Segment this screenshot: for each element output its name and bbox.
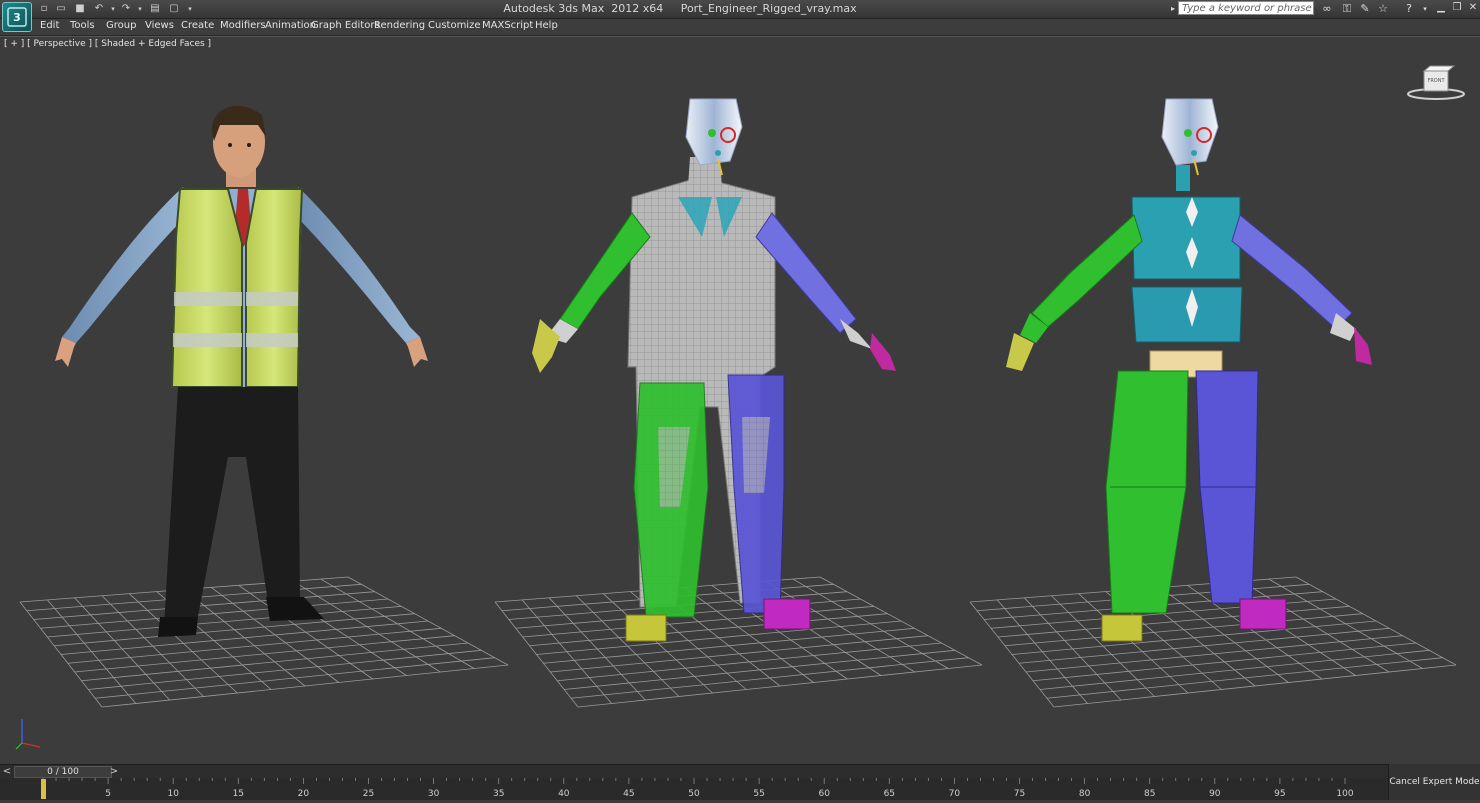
minimize-icon[interactable]: ▁ xyxy=(1434,2,1448,14)
favorites-star-icon[interactable]: ☆ xyxy=(1376,2,1390,16)
project-folder-icon[interactable]: ▤ xyxy=(149,3,161,15)
search-input[interactable]: Type a keyword or phrase xyxy=(1178,1,1314,15)
svg-text:3: 3 xyxy=(13,11,21,24)
axis-tripod-icon xyxy=(15,719,41,750)
restore-icon[interactable]: ❐ xyxy=(1450,2,1464,14)
ruler-label: 100 xyxy=(1336,789,1353,799)
ruler-label: 15 xyxy=(233,789,244,799)
ruler-label: 55 xyxy=(753,789,764,799)
menu-maxscript[interactable]: MAXScript xyxy=(482,20,533,31)
communication-center-icon[interactable]: ✎ xyxy=(1358,2,1372,16)
ruler-label: 75 xyxy=(1014,789,1025,799)
menu-bar: Edit Tools Group Views Create Modifiers … xyxy=(0,19,1480,36)
title-bar: 3 ▫ ▭ ■ ↶ ▾ ↷ ▾ ▤ ▢ ▾ Autodesk 3ds Max 2… xyxy=(0,0,1480,32)
open-file-icon[interactable]: ▭ xyxy=(55,3,67,15)
viewcube[interactable]: FRONT xyxy=(1404,63,1468,103)
window-title: Autodesk 3ds Max 2012 x64 Port_Engineer_… xyxy=(503,2,857,15)
help-icon[interactable]: ? xyxy=(1402,2,1416,16)
time-slider-thumb[interactable]: 0 / 100 xyxy=(14,766,112,778)
subscription-key-icon[interactable]: ⚿ xyxy=(1340,2,1354,16)
time-slider-next-button[interactable]: > xyxy=(108,765,120,779)
menu-animation[interactable]: Animation xyxy=(265,20,316,31)
undo-icon[interactable]: ↶ xyxy=(93,3,105,15)
ruler-label: 90 xyxy=(1209,789,1221,799)
menu-edit[interactable]: Edit xyxy=(40,20,59,31)
save-icon[interactable]: ■ xyxy=(74,3,86,15)
ruler-label: 40 xyxy=(558,789,570,799)
menu-views[interactable]: Views xyxy=(145,20,174,31)
ruler-label: 60 xyxy=(818,789,830,799)
ruler-label: 65 xyxy=(884,789,895,799)
biped-skeleton[interactable] xyxy=(1006,98,1372,642)
app-menu-button[interactable]: 3 xyxy=(2,2,32,32)
ruler-label: 80 xyxy=(1079,789,1091,799)
ruler-label: 45 xyxy=(623,789,634,799)
redo-dropdown-icon[interactable]: ▾ xyxy=(134,3,146,15)
ruler-label: 30 xyxy=(428,789,440,799)
menu-help[interactable]: Help xyxy=(535,20,558,31)
time-slider-prev-button[interactable]: < xyxy=(1,765,13,779)
ruler-label: 25 xyxy=(363,789,374,799)
quick-access-dropdown-icon[interactable]: ▾ xyxy=(184,3,196,15)
ruler-label: 20 xyxy=(298,789,310,799)
menu-customize[interactable]: Customize xyxy=(428,20,481,31)
menu-graph-editors[interactable]: Graph Editors xyxy=(311,20,380,31)
ruler-label: 10 xyxy=(167,789,179,799)
close-icon[interactable]: ✕ xyxy=(1466,2,1480,14)
track-bar[interactable]: 5 10 15 20 25 30 35 40 45 50 55 60 65 70 75 80 85 90 95 100 xyxy=(0,778,1388,800)
character-mesh-with-biped[interactable] xyxy=(532,98,896,642)
track-bar-ruler: 5 10 15 20 25 30 35 40 45 50 55 60 65 70 75 80 85 90 95 100 xyxy=(41,778,1354,799)
perspective-viewport[interactable]: [ + ] [ Perspective ] [ Shaded + Edged F… xyxy=(0,36,1480,765)
menu-modifiers[interactable]: Modifiers xyxy=(220,20,266,31)
ruler-label: 35 xyxy=(493,789,504,799)
viewcube-face-label: FRONT xyxy=(1427,78,1445,84)
binoculars-icon[interactable]: ∞ xyxy=(1320,2,1334,16)
character-textured[interactable] xyxy=(55,105,428,637)
help-dropdown-icon[interactable]: ▾ xyxy=(1418,2,1432,16)
ground-grid xyxy=(494,576,983,708)
menu-tools[interactable]: Tools xyxy=(70,20,95,31)
redo-icon[interactable]: ↷ xyxy=(120,3,132,15)
time-slider[interactable]: < 0 / 100 > xyxy=(0,764,1388,779)
current-frame-marker[interactable] xyxy=(41,779,46,799)
ruler-label: 5 xyxy=(105,789,111,799)
ruler-label: 95 xyxy=(1274,789,1285,799)
scene-canvas xyxy=(19,98,1457,708)
ruler-label: 85 xyxy=(1144,789,1155,799)
undo-dropdown-icon[interactable]: ▾ xyxy=(107,3,119,15)
menu-rendering[interactable]: Rendering xyxy=(374,20,425,31)
ruler-label: 50 xyxy=(688,789,700,799)
new-file-icon[interactable]: ▫ xyxy=(38,3,50,15)
viewport-layout-icon[interactable]: ▢ xyxy=(168,3,180,15)
3dsmax-logo-icon: 3 xyxy=(7,7,27,27)
ground-grid xyxy=(19,576,509,708)
menu-group[interactable]: Group xyxy=(106,20,136,31)
menu-create[interactable]: Create xyxy=(181,20,214,31)
cancel-expert-mode-button[interactable]: Cancel Expert Mode xyxy=(1388,764,1480,800)
ruler-label: 70 xyxy=(949,789,961,799)
